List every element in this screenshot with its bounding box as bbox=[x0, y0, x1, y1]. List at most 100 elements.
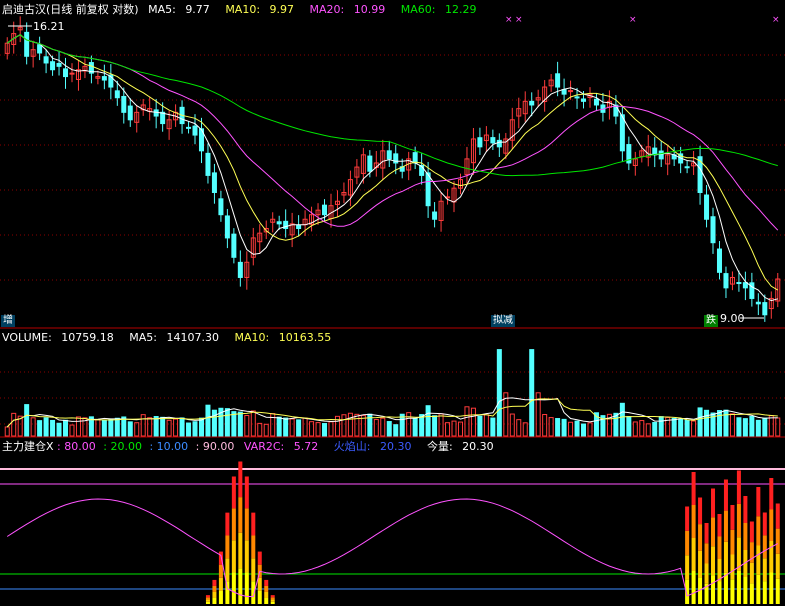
signal-cross-marker: × bbox=[629, 15, 637, 25]
candle-body bbox=[704, 194, 710, 220]
flame-bar-segment bbox=[238, 568, 243, 604]
candle-body bbox=[237, 261, 243, 278]
volume-bar bbox=[412, 417, 418, 437]
candle-body bbox=[160, 111, 166, 125]
volume-label-text: VOLUME: bbox=[2, 331, 52, 344]
volume-bar bbox=[244, 414, 250, 437]
flame-bar-segment bbox=[257, 577, 262, 591]
volume-bar bbox=[587, 422, 593, 437]
volume-ma5-label-text: MA5: bbox=[129, 331, 158, 344]
high-price-marker: 16.21 bbox=[33, 20, 65, 33]
volume-bar bbox=[542, 414, 548, 437]
flame-bar-segment bbox=[685, 555, 690, 580]
flame-bar-segment bbox=[244, 572, 249, 604]
indicator-name: 主力建仓 bbox=[2, 440, 46, 453]
chart-mode: (日线 前复权 对数) bbox=[46, 3, 139, 16]
volume-bar bbox=[147, 417, 153, 437]
flame-bar-segment bbox=[711, 517, 716, 547]
flame-bar-segment bbox=[769, 509, 774, 541]
volume-bar bbox=[619, 402, 625, 437]
candle-body bbox=[477, 137, 483, 148]
candle-body bbox=[755, 301, 761, 305]
candle-body bbox=[121, 95, 127, 113]
flame-label: 火焰山: 20.30 bbox=[334, 440, 418, 453]
volume-bar bbox=[237, 411, 243, 437]
flame-bar-segment bbox=[685, 530, 690, 556]
flame-bar-segment bbox=[698, 524, 703, 551]
volume-bar bbox=[704, 409, 710, 437]
event-tag-reduce[interactable]: 拟减 bbox=[491, 315, 515, 327]
volume-bar bbox=[509, 413, 515, 437]
ma20-value: 10.99 bbox=[353, 3, 386, 16]
flame-bar-segment bbox=[704, 563, 709, 584]
candle-body bbox=[101, 76, 107, 81]
volume-bar bbox=[108, 418, 114, 437]
volume-bar bbox=[645, 423, 651, 437]
volume-bar bbox=[716, 410, 722, 437]
candle-body bbox=[496, 139, 502, 148]
signal-cross-marker: × bbox=[772, 15, 780, 25]
candle-body bbox=[529, 100, 535, 106]
volume-ma5-value: 14107.30 bbox=[166, 331, 220, 344]
flame-bar-segment bbox=[691, 505, 696, 538]
candle-body bbox=[224, 215, 230, 239]
volume-bar bbox=[205, 404, 211, 437]
volume-bar bbox=[37, 420, 43, 437]
flame-bar-segment bbox=[698, 497, 703, 525]
candle-body bbox=[742, 282, 748, 289]
volume-bar bbox=[729, 413, 735, 437]
flame-bar-segment bbox=[685, 506, 690, 531]
candle-body bbox=[710, 216, 716, 244]
candle-body bbox=[43, 56, 49, 64]
flame-bar-segment bbox=[218, 590, 223, 604]
flame-bar-segment bbox=[225, 581, 230, 604]
volume-bar bbox=[296, 419, 302, 437]
flame-bar-segment bbox=[691, 472, 696, 505]
flame-bar-segment bbox=[717, 536, 722, 559]
event-tag-fall[interactable]: 跌 bbox=[704, 315, 718, 327]
flame-bar-segment bbox=[756, 516, 761, 546]
candle-body bbox=[24, 31, 30, 57]
ma10-label-text: MA10: bbox=[225, 3, 261, 16]
volume-bar bbox=[250, 410, 256, 437]
volume-bar bbox=[179, 417, 185, 437]
flame-bar-segment bbox=[225, 512, 230, 536]
candle-body bbox=[322, 204, 328, 216]
signal-cross-marker: × bbox=[505, 15, 513, 25]
volume-bar bbox=[529, 349, 535, 437]
ma60-label: MA60: 12.29 bbox=[401, 3, 483, 16]
volume-bar bbox=[341, 414, 347, 437]
volume-bar bbox=[56, 422, 62, 437]
candle-body bbox=[186, 126, 192, 129]
flame-bar-segment bbox=[257, 551, 262, 565]
ma60-label-text: MA60: bbox=[400, 3, 436, 16]
volume-label: VOLUME: 10759.18 bbox=[2, 331, 120, 344]
price-panel-header: 启迪古汉(日线 前复权 对数) MA5: 9.77 MA10: 9.97 MA2… bbox=[2, 3, 488, 16]
volume-bar bbox=[451, 420, 457, 437]
flame-bar-segment bbox=[238, 497, 243, 533]
flame-bar-segment bbox=[743, 577, 748, 604]
flame-bar-segment bbox=[225, 558, 230, 582]
flame-bar-segment bbox=[762, 581, 767, 604]
candle-body bbox=[490, 137, 496, 144]
flame-bar-segment bbox=[205, 597, 210, 600]
ma5-label: MA5: 9.77 bbox=[148, 3, 216, 16]
event-tag-increase[interactable]: 增 bbox=[1, 315, 15, 327]
volume-bar bbox=[211, 409, 217, 437]
volume-ma10-label: MA10: 10163.55 bbox=[235, 331, 338, 344]
flame-bar-segment bbox=[775, 528, 780, 554]
var2c-value: 5.72 bbox=[293, 440, 319, 453]
flame-bar-segment bbox=[691, 571, 696, 604]
flame-bar-segment bbox=[775, 503, 780, 529]
candle-body bbox=[296, 224, 302, 229]
chart-canvas[interactable]: × × × × bbox=[0, 0, 785, 606]
candle-body bbox=[37, 44, 43, 54]
volume-bar bbox=[127, 421, 133, 437]
flame-bar-segment bbox=[212, 597, 217, 604]
level-80: : 80.00 bbox=[57, 440, 96, 453]
flame-bar-segment bbox=[704, 543, 709, 564]
volume-bar bbox=[198, 417, 204, 437]
volume-bar bbox=[762, 417, 768, 437]
volume-bar bbox=[160, 416, 166, 437]
volume-bar bbox=[749, 416, 755, 437]
